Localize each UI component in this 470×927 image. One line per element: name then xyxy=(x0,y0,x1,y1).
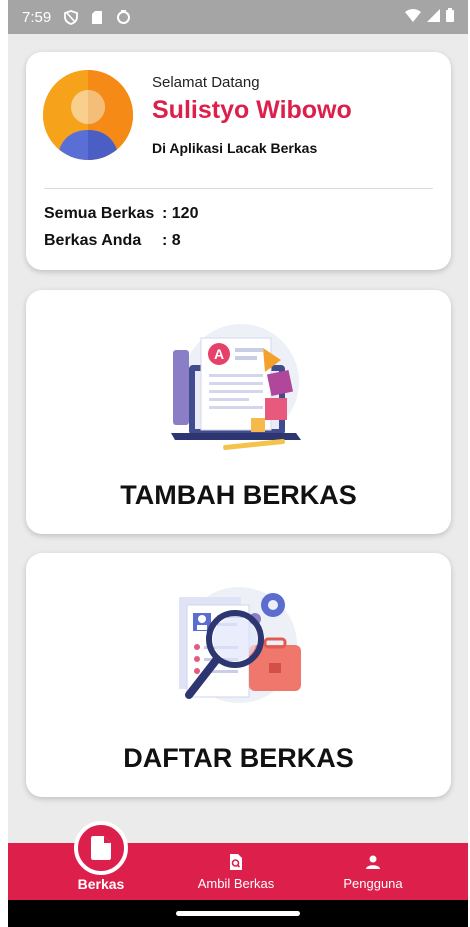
sd-card-icon xyxy=(89,9,105,25)
file-list-card[interactable]: DAFTAR BERKAS xyxy=(26,553,451,797)
file-icon xyxy=(91,836,111,860)
app-subtitle: Di Aplikasi Lacak Berkas xyxy=(152,140,318,156)
search-documents-illustration xyxy=(161,583,311,723)
gesture-bar xyxy=(8,900,468,927)
nav-label: Ambil Berkas xyxy=(197,876,275,891)
profile-card: Selamat Datang Sulistyo Wibowo Di Aplika… xyxy=(26,52,451,270)
sync-icon xyxy=(115,9,131,25)
document-laptop-illustration: A xyxy=(161,320,311,460)
file-search-icon xyxy=(230,854,242,870)
add-file-label: TAMBAH BERKAS xyxy=(120,480,357,510)
stat-value: : 120 xyxy=(162,205,199,222)
nav-item-berkas[interactable]: Berkas xyxy=(36,821,166,900)
app-screen: 7:59 Selamat Datang Sulistyo Wibowo Di A… xyxy=(8,0,468,927)
nav-label: Pengguna xyxy=(343,876,403,891)
greeting-text: Selamat Datang xyxy=(152,74,260,91)
bottom-nav: Berkas Ambil Berkas Pengguna xyxy=(8,821,468,900)
svg-text:A: A xyxy=(214,346,224,362)
status-right xyxy=(405,8,454,26)
nav-item-ambil-berkas[interactable]: Ambil Berkas xyxy=(171,843,301,900)
wifi-icon xyxy=(405,8,421,26)
battery-icon xyxy=(446,8,454,26)
stat-value: : 8 xyxy=(162,232,181,249)
nav-label: Berkas xyxy=(77,876,125,892)
active-tab-bubble xyxy=(74,821,128,875)
nav-item-pengguna[interactable]: Pengguna xyxy=(308,843,438,900)
status-time: 7:59 xyxy=(22,8,52,26)
user-icon xyxy=(366,855,380,869)
stat-all-files: Semua Berkas : 120 xyxy=(44,205,198,223)
vpn-icon xyxy=(63,9,79,25)
add-file-card[interactable]: A TAMBAH BERKAS xyxy=(26,290,451,534)
file-list-label: DAFTAR BERKAS xyxy=(123,743,354,773)
user-name: Sulistyo Wibowo xyxy=(152,96,352,124)
stat-label: Semua Berkas xyxy=(44,205,155,222)
avatar xyxy=(43,70,133,160)
signal-icon xyxy=(427,8,440,26)
status-bar: 7:59 xyxy=(8,0,468,34)
stat-your-files: Berkas Anda : 8 xyxy=(44,232,181,250)
stat-label: Berkas Anda xyxy=(44,232,142,249)
divider xyxy=(44,188,433,189)
home-gesture-handle[interactable] xyxy=(176,911,300,916)
